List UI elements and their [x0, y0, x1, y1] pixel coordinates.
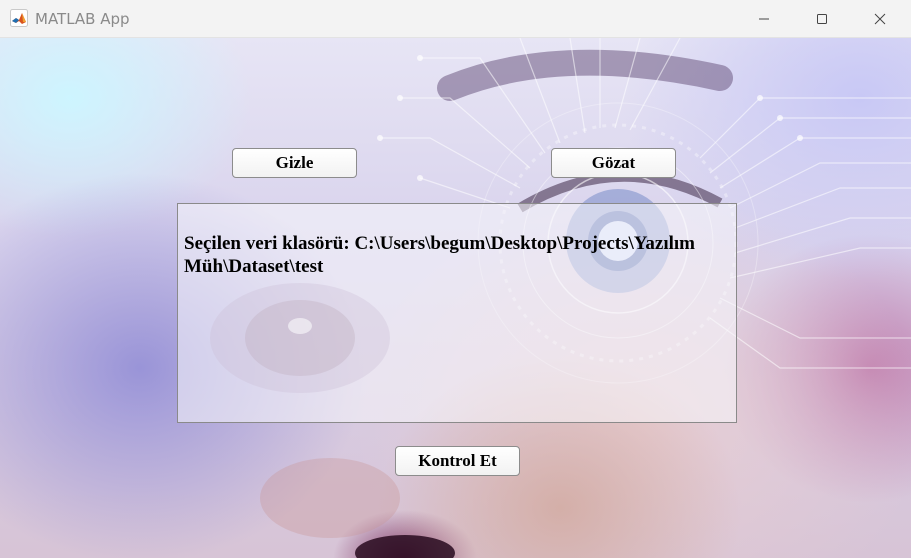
- minimize-icon: [758, 13, 770, 25]
- close-icon: [874, 13, 886, 25]
- window-title: MATLAB App: [35, 10, 130, 28]
- selected-folder-text: Seçilen veri klasörü: C:\Users\begum\Des…: [184, 233, 695, 277]
- hide-button[interactable]: Gizle: [232, 148, 357, 178]
- browse-button[interactable]: Gözat: [551, 148, 676, 178]
- matlab-logo-icon: [10, 9, 28, 27]
- selected-folder-panel: Seçilen veri klasörü: C:\Users\begum\Des…: [177, 203, 737, 423]
- check-button[interactable]: Kontrol Et: [395, 446, 520, 476]
- app-window: MATLAB App Gizle Gözat Seçilen veri klas…: [0, 0, 911, 558]
- browse-button-label: Gözat: [591, 153, 636, 172]
- title-bar[interactable]: MATLAB App: [0, 0, 911, 38]
- hide-button-label: Gizle: [275, 153, 314, 172]
- check-button-label: Kontrol Et: [418, 451, 497, 470]
- close-button[interactable]: [851, 0, 909, 38]
- app-content: Gizle Gözat Seçilen veri klasörü: C:\Use…: [0, 38, 911, 558]
- maximize-icon: [816, 13, 828, 25]
- maximize-button[interactable]: [793, 0, 851, 38]
- minimize-button[interactable]: [735, 0, 793, 38]
